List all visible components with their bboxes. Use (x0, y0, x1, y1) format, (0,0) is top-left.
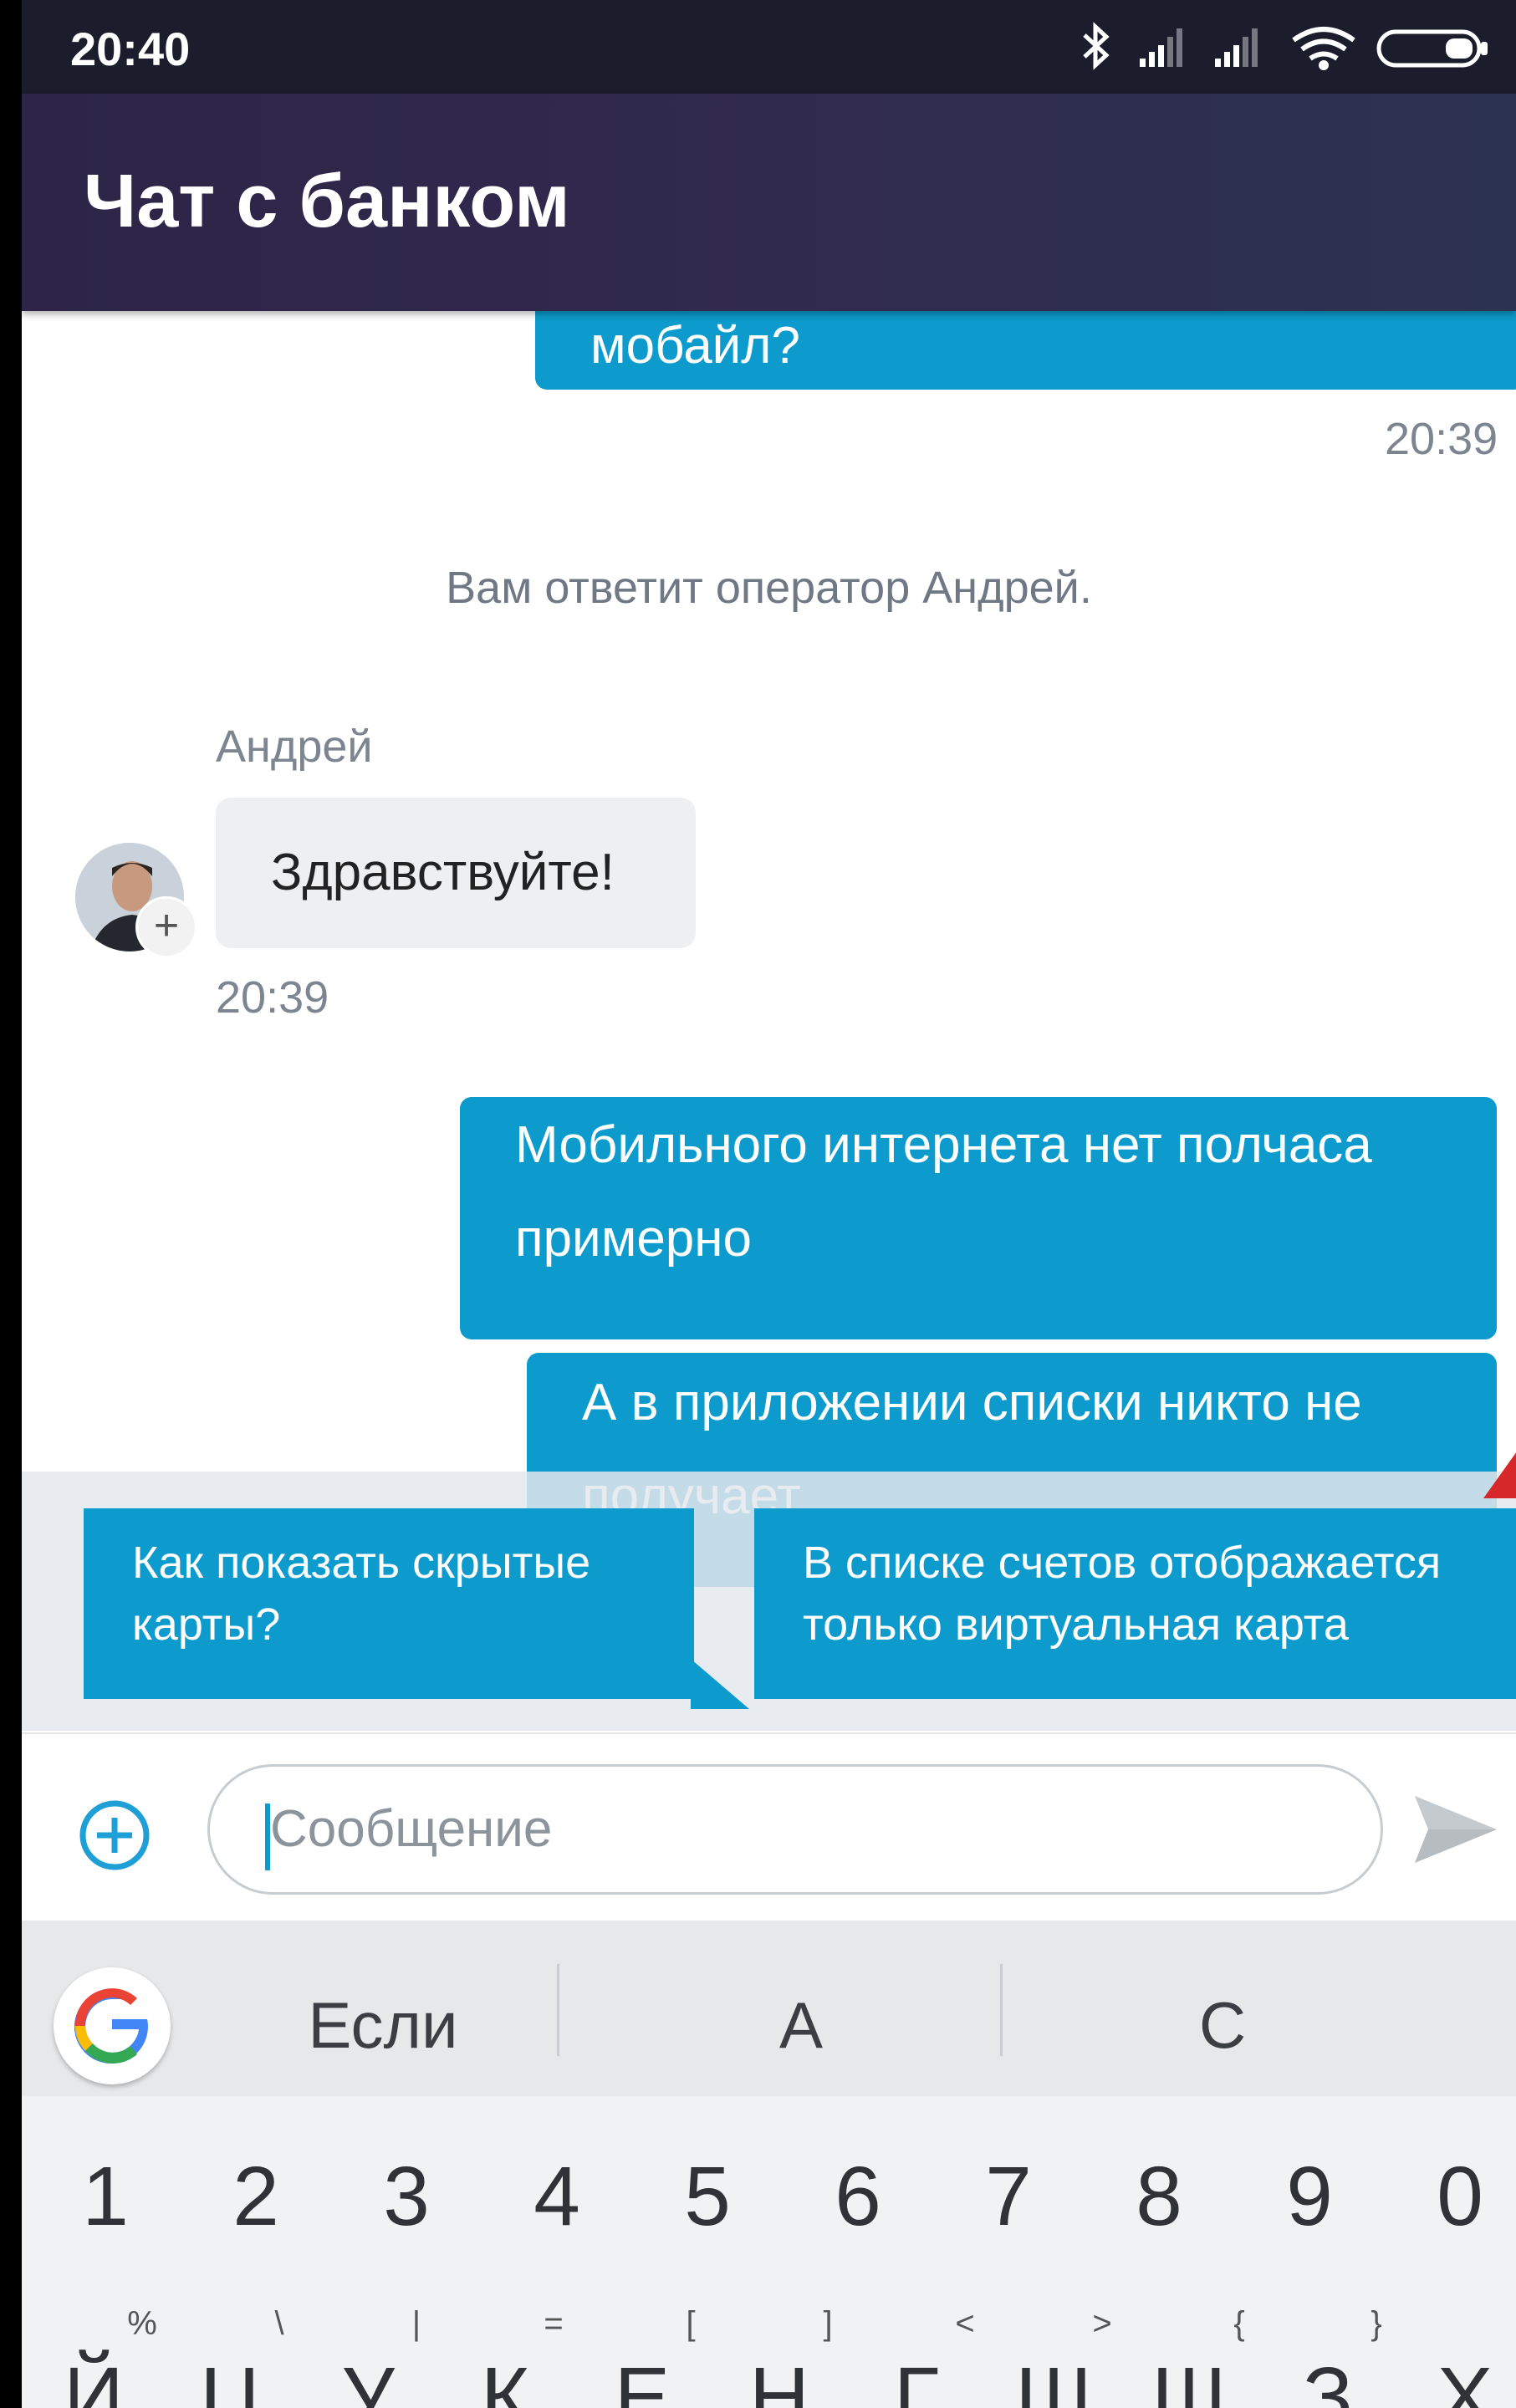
key-hint: [ (686, 2305, 696, 2342)
battery-icon (1376, 29, 1488, 68)
key-9[interactable]: 9 (1259, 2146, 1360, 2247)
add-contact-icon[interactable]: + (135, 896, 197, 958)
key-5[interactable]: 5 (657, 2146, 758, 2247)
key-hint: \ (274, 2305, 284, 2342)
status-bar: 20:40 (22, 0, 1516, 94)
operator-name: Андрей (216, 722, 373, 772)
suggestion-divider (557, 1964, 559, 2056)
send-icon[interactable] (1410, 1788, 1502, 1871)
message-text: Здравствуйте! (271, 844, 615, 901)
key-0[interactable]: 0 (1410, 2146, 1510, 2247)
google-icon[interactable] (54, 1967, 171, 2084)
page-title: Чат с банком (84, 160, 570, 243)
system-message: Вам ответит оператор Андрей. (446, 563, 1092, 613)
quick-replies-bar: Как показать скрытые карты? В списке сче… (22, 1472, 1516, 1731)
status-icons (1081, 22, 1499, 72)
key-hint: } (1371, 2305, 1382, 2342)
message-time: 20:39 (1385, 414, 1498, 464)
key-letter[interactable]: Щ (1141, 2347, 1241, 2408)
suggestion-divider (1000, 1964, 1003, 2056)
signal-icon (1140, 28, 1182, 67)
wifi-icon (1292, 27, 1355, 70)
key-hint: < (955, 2305, 975, 2342)
keyboard: Если А С 1 2 3 4 5 6 7 8 9 0 % \ | = [ ]… (22, 1921, 1516, 2408)
key-hint: % (127, 2305, 157, 2342)
suggestion-item[interactable]: С (1064, 1971, 1381, 2079)
message-input[interactable]: Сообщение (207, 1764, 1383, 1895)
message-outgoing[interactable]: мобайл? (535, 311, 1516, 390)
key-hint: > (1092, 2305, 1112, 2342)
key-4[interactable]: 4 (507, 2146, 607, 2247)
key-7[interactable]: 7 (958, 2146, 1059, 2247)
message-time: 20:39 (216, 972, 329, 1023)
message-text: А в приложении списки никто не (582, 1374, 1362, 1431)
marker-icon (1483, 1451, 1516, 1498)
suggestion-item[interactable]: Если (224, 1971, 542, 2079)
message-text: мобайл? (590, 317, 800, 375)
quick-reply-label: карты? (132, 1599, 281, 1650)
key-8[interactable]: 8 (1109, 2146, 1209, 2247)
key-letter[interactable]: Ш (1003, 2347, 1104, 2408)
key-3[interactable]: 3 (356, 2146, 457, 2247)
key-1[interactable]: 1 (55, 2146, 156, 2247)
key-letter[interactable]: Й (43, 2347, 144, 2408)
key-hint: { (1233, 2305, 1245, 2342)
bubble-tail-icon (691, 1659, 749, 1709)
chat-screen: 20:40 Чат с банком мобайл? 20:39 Вам отв… (22, 0, 1516, 2408)
key-letter[interactable]: У (318, 2347, 418, 2408)
key-hint: ] (823, 2305, 833, 2342)
key-2[interactable]: 2 (206, 2146, 306, 2247)
status-time: 20:40 (70, 23, 191, 75)
add-attachment-icon[interactable] (77, 1798, 152, 1873)
quick-reply-label: Как показать скрытые (132, 1538, 591, 1588)
suggestion-strip: Если А С (22, 1921, 1516, 2096)
signal-icon (1215, 28, 1258, 67)
message-input-bar: Сообщение (22, 1732, 1516, 1922)
key-letter[interactable]: К (455, 2347, 555, 2408)
key-hint: = (544, 2305, 564, 2342)
message-incoming[interactable]: Здравствуйте! (216, 798, 696, 948)
key-6[interactable]: 6 (808, 2146, 908, 2247)
quick-reply-label: только виртуальная карта (803, 1599, 1349, 1650)
key-letter[interactable]: Ц (181, 2347, 281, 2408)
keys-area: 1 2 3 4 5 6 7 8 9 0 % \ | = [ ] < > { } … (22, 2096, 1516, 2408)
key-letter[interactable]: Х (1415, 2347, 1515, 2408)
bluetooth-icon (1083, 22, 1110, 70)
quick-reply-button[interactable]: Как показать скрытые карты? (84, 1508, 694, 1699)
quick-reply-label: В списке счетов отображается (803, 1538, 1442, 1588)
key-letter[interactable]: З (1278, 2347, 1378, 2408)
message-text: Мобильного интернета нет полчаса (515, 1116, 1372, 1174)
key-hint: | (411, 2305, 421, 2342)
key-letter[interactable]: Г (866, 2347, 967, 2408)
message-text: примерно (515, 1210, 752, 1268)
key-letter[interactable]: Е (592, 2347, 692, 2408)
message-placeholder: Сообщение (270, 1800, 553, 1858)
message-outgoing[interactable]: Мобильного интернета нет полчаса примерн… (460, 1097, 1497, 1339)
suggestion-item[interactable]: А (642, 1971, 960, 2079)
quick-reply-button[interactable]: В списке счетов отображается только вирт… (754, 1508, 1516, 1699)
key-letter[interactable]: Н (729, 2347, 829, 2408)
app-bar: Чат с банком (22, 94, 1516, 311)
